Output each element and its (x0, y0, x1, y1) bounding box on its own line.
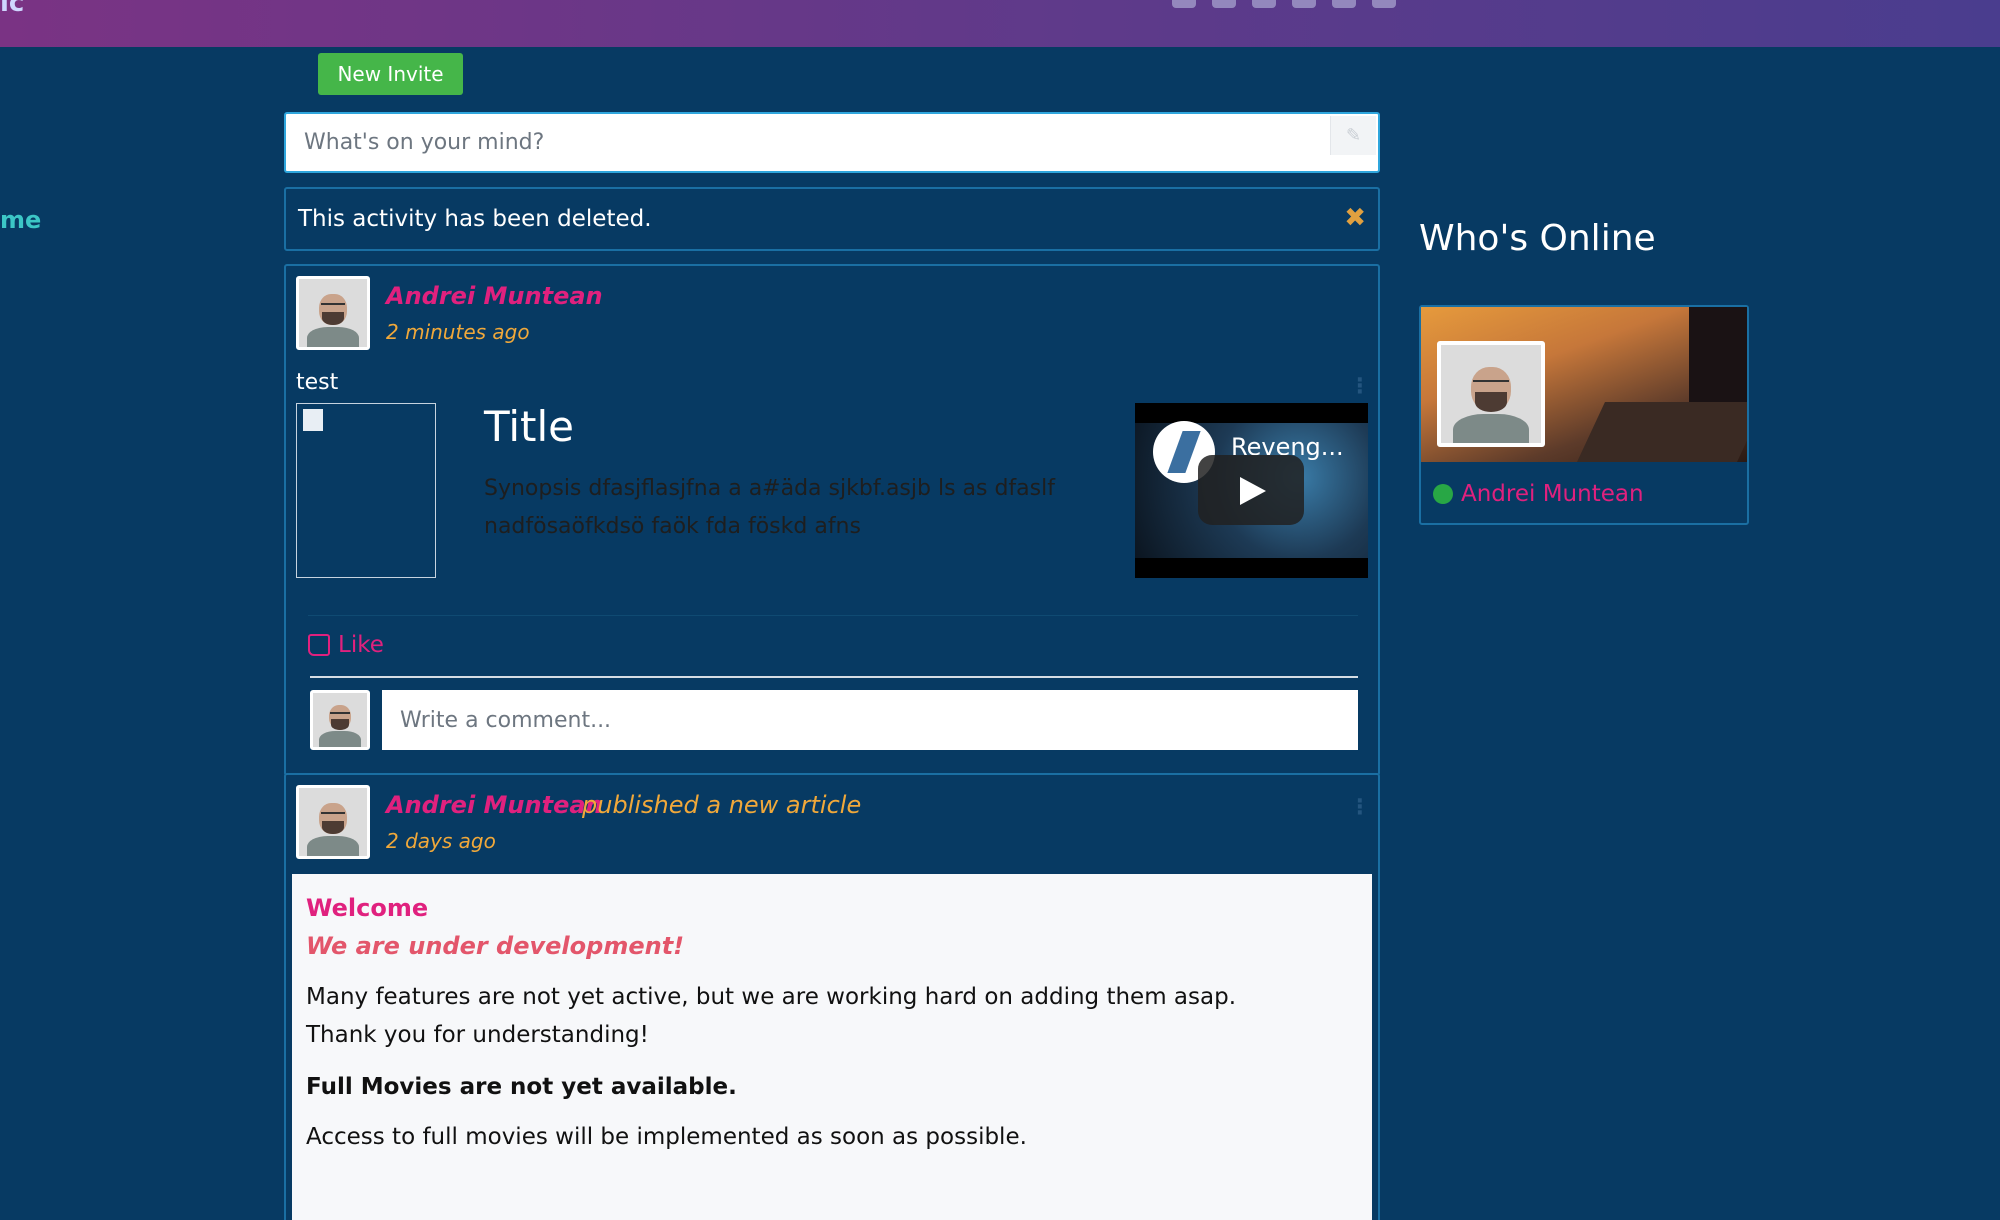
more-options-icon[interactable]: · · · (1356, 370, 1364, 404)
brand-logo-fragment[interactable]: ic (0, 0, 24, 18)
link-preview-title[interactable]: Title (484, 402, 574, 451)
post-action-text: published a new article (582, 791, 862, 819)
article-body: Welcome We are under development! Many f… (292, 874, 1372, 1220)
divider (308, 615, 1358, 616)
post-author-link[interactable]: Andrei Muntean (386, 791, 603, 819)
post-timestamp[interactable]: 2 days ago (386, 829, 496, 853)
online-user-status[interactable]: Andrei Muntean (1433, 481, 1644, 507)
article-subtitle: We are under development! (306, 932, 685, 960)
activity-post: Andrei Muntean 2 minutes ago test · · · Ti… (284, 264, 1380, 776)
avatar[interactable] (296, 785, 370, 859)
post-author-link[interactable]: Andrei Muntean (386, 282, 603, 310)
close-icon[interactable]: ✖ (1344, 203, 1366, 233)
online-user-card[interactable]: Andrei Muntean (1419, 305, 1749, 525)
avatar (310, 690, 370, 750)
sidebar-item-home[interactable]: me (0, 206, 41, 234)
top-navbar: ic (0, 0, 2000, 47)
article-bold-line: Full Movies are not yet available. (306, 1074, 737, 1100)
alert-message: This activity has been deleted. (298, 206, 652, 232)
thumbs-up-icon (308, 634, 330, 656)
article-line: Many features are not yet active, but we… (306, 984, 1237, 1010)
avatar[interactable] (296, 276, 370, 350)
article-paragraph: Many features are not yet active, but we… (306, 978, 1358, 1054)
activity-deleted-alert: This activity has been deleted. ✖ (284, 187, 1380, 251)
user-circle-icon[interactable] (1292, 0, 1316, 8)
article-line: Thank you for understanding! (306, 1022, 649, 1048)
comment-input[interactable] (382, 690, 1358, 750)
navbar-icons (1172, 0, 1396, 8)
like-label: Like (338, 632, 384, 658)
article-title[interactable]: Welcome (306, 894, 1358, 922)
whos-online-title: Who's Online (1419, 218, 1656, 259)
camera-icon[interactable] (1332, 0, 1356, 8)
tools-icon[interactable] (1372, 0, 1396, 8)
envelope-icon[interactable] (1252, 0, 1276, 8)
broken-image-icon (296, 403, 436, 578)
online-user-name[interactable]: Andrei Muntean (1461, 481, 1644, 507)
activity-post: Andrei Muntean published a new article 2… (284, 773, 1380, 1220)
online-dot-icon (1433, 484, 1453, 504)
post-timestamp[interactable]: 2 minutes ago (386, 320, 530, 344)
video-embed[interactable]: Reveng... (1135, 403, 1368, 578)
users-icon[interactable] (1212, 0, 1236, 8)
user-icon[interactable] (1172, 0, 1196, 8)
post-text: test (296, 370, 339, 395)
edit-icon[interactable]: ✎ (1330, 116, 1376, 155)
new-invite-button[interactable]: New Invite (318, 53, 463, 95)
link-preview-synopsis: Synopsis dfasjflasjfna a a#äda sjkbf.asj… (484, 476, 1055, 539)
play-icon[interactable] (1198, 455, 1304, 525)
article-paragraph: Access to full movies will be implemente… (306, 1124, 1027, 1150)
status-composer: ✎ (284, 112, 1380, 173)
avatar[interactable] (1437, 341, 1545, 447)
divider (310, 676, 1358, 678)
status-input[interactable] (286, 114, 1334, 171)
like-button[interactable]: Like (308, 632, 384, 658)
more-options-icon[interactable]: · · · (1356, 791, 1364, 825)
